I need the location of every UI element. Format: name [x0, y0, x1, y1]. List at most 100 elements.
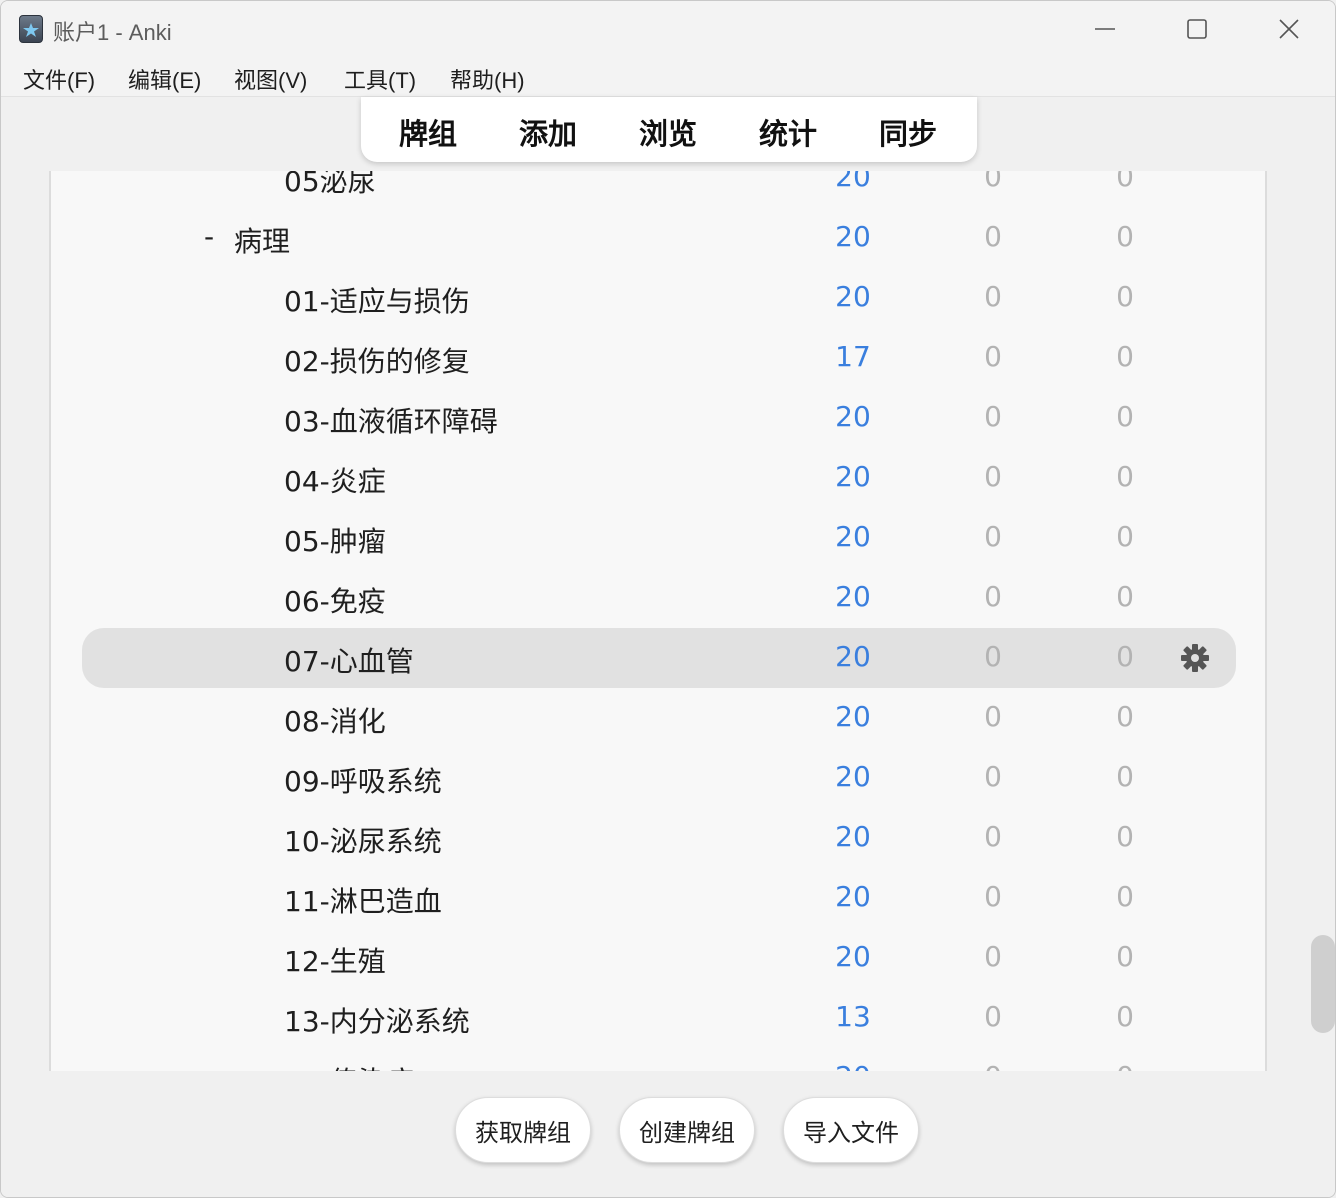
menu-view[interactable]: 视图(V)	[234, 63, 307, 95]
deck-row[interactable]: 09-呼吸系统 20 0 0	[51, 748, 1265, 808]
new-count: 17	[835, 340, 871, 373]
deck-name[interactable]: 08-消化	[284, 700, 386, 740]
learn-count: 0	[984, 1000, 1002, 1033]
import-file-button[interactable]: 导入文件	[783, 1097, 919, 1163]
tab-stats[interactable]: 统计	[759, 111, 817, 153]
scrollbar-thumb[interactable]	[1311, 935, 1335, 1033]
deck-name[interactable]: 02-损伤的修复	[284, 340, 470, 380]
gear-icon[interactable]	[1179, 642, 1211, 674]
learn-count: 0	[984, 400, 1002, 433]
due-count: 0	[1116, 400, 1134, 433]
due-count: 0	[1116, 340, 1134, 373]
window-title: 账户1 - Anki	[53, 20, 172, 45]
due-count: 0	[1116, 580, 1134, 613]
deck-row[interactable]: 13-内分泌系统 13 0 0	[51, 988, 1265, 1048]
due-count: 0	[1116, 760, 1134, 793]
deck-row[interactable]: 05-肿瘤 20 0 0	[51, 508, 1265, 568]
minimize-button[interactable]	[1059, 1, 1151, 57]
deck-row[interactable]: 14-传染病 20 0 0	[51, 1048, 1265, 1071]
minimize-icon	[1095, 28, 1115, 30]
new-count: 13	[835, 1000, 871, 1033]
due-count: 0	[1116, 171, 1134, 193]
deck-row[interactable]: 06-免疫 20 0 0	[51, 568, 1265, 628]
menu-help[interactable]: 帮助(H)	[450, 63, 525, 95]
maximize-icon	[1187, 19, 1207, 39]
deck-name[interactable]: 09-呼吸系统	[284, 760, 442, 800]
tab-decks[interactable]: 牌组	[399, 111, 457, 153]
deck-name[interactable]: 04-炎症	[284, 460, 386, 500]
due-count: 0	[1116, 460, 1134, 493]
deck-row[interactable]: 04-炎症 20 0 0	[51, 448, 1265, 508]
learn-count: 0	[984, 940, 1002, 973]
learn-count: 0	[984, 880, 1002, 913]
deck-name[interactable]: 06-免疫	[284, 580, 386, 620]
deck-name[interactable]: 14-传染病	[284, 1060, 414, 1071]
new-count: 20	[835, 460, 871, 493]
title-bar: 账户1 - Anki	[1, 1, 1335, 57]
tab-sync[interactable]: 同步	[879, 111, 937, 153]
learn-count: 0	[984, 280, 1002, 313]
selected-row-highlight	[82, 628, 1236, 688]
deck-row[interactable]: 02-损伤的修复 17 0 0	[51, 328, 1265, 388]
new-count: 20	[835, 940, 871, 973]
deck-name[interactable]: 03-血液循环障碍	[284, 400, 498, 440]
deck-row[interactable]: 08-消化 20 0 0	[51, 688, 1265, 748]
new-count: 20	[835, 520, 871, 553]
get-shared-decks-button[interactable]: 获取牌组	[455, 1097, 591, 1163]
menu-edit[interactable]: 编辑(E)	[128, 63, 201, 95]
new-count: 20	[835, 760, 871, 793]
learn-count: 0	[953, 1060, 1033, 1071]
learn-count: 0	[984, 340, 1002, 373]
learn-count: 0	[984, 520, 1002, 553]
create-deck-button[interactable]: 创建牌组	[619, 1097, 755, 1163]
deck-name[interactable]: 13-内分泌系统	[284, 1000, 470, 1040]
new-count: 20	[835, 580, 871, 613]
new-count: 20	[835, 820, 871, 853]
anki-main-window: 账户1 - Anki 文件(F) 编辑(E) 视图(V) 工具(T) 帮助(H)…	[0, 0, 1336, 1198]
menu-bar: 文件(F) 编辑(E) 视图(V) 工具(T) 帮助(H)	[1, 57, 1335, 97]
deck-name[interactable]: 10-泌尿系统	[284, 820, 442, 860]
deck-name[interactable]: 05泌尿	[284, 171, 376, 200]
collapse-toggle[interactable]: -	[204, 220, 214, 253]
close-button[interactable]	[1243, 1, 1335, 57]
due-count: 0	[1116, 220, 1134, 253]
due-count: 0	[1116, 520, 1134, 553]
due-count: 0	[1116, 820, 1134, 853]
learn-count: 0	[984, 580, 1002, 613]
due-count: 0	[1085, 1060, 1165, 1071]
tab-browse[interactable]: 浏览	[639, 111, 697, 153]
deck-row[interactable]: 03-血液循环障碍 20 0 0	[51, 388, 1265, 448]
new-count: 20	[835, 700, 871, 733]
deck-name[interactable]: 病理	[234, 220, 290, 260]
top-toolbar: 牌组 添加 浏览 统计 同步	[361, 97, 977, 162]
bottom-bar: 获取牌组 创建牌组 导入文件	[1, 1071, 1335, 1197]
learn-count: 0	[984, 760, 1002, 793]
new-count: 20	[835, 171, 871, 193]
deck-row[interactable]: 10-泌尿系统 20 0 0	[51, 808, 1265, 868]
deck-name[interactable]: 12-生殖	[284, 940, 386, 980]
deck-row[interactable]: 05泌尿 20 0 0	[51, 171, 1265, 208]
new-count: 20	[835, 280, 871, 313]
learn-count: 0	[984, 460, 1002, 493]
new-count: 20	[835, 880, 871, 913]
due-count: 0	[1116, 1000, 1134, 1033]
deck-name[interactable]: 07-心血管	[284, 640, 414, 680]
deck-row[interactable]: 01-适应与损伤 20 0 0	[51, 268, 1265, 328]
menu-tools[interactable]: 工具(T)	[344, 63, 416, 95]
deck-name[interactable]: 01-适应与损伤	[284, 280, 470, 320]
deck-name[interactable]: 11-淋巴造血	[284, 880, 442, 920]
due-count: 0	[1116, 940, 1134, 973]
due-count: 0	[1116, 880, 1134, 913]
deck-name[interactable]: 05-肿瘤	[284, 520, 386, 560]
deck-row-selected[interactable]: 07-心血管 20 0 0	[51, 628, 1265, 688]
new-count: 20	[835, 220, 871, 253]
due-count: 0	[1116, 700, 1134, 733]
deck-row[interactable]: 12-生殖 20 0 0	[51, 928, 1265, 988]
tab-add[interactable]: 添加	[519, 111, 577, 153]
maximize-button[interactable]	[1151, 1, 1243, 57]
menu-file[interactable]: 文件(F)	[23, 63, 95, 95]
deck-row[interactable]: - 病理 20 0 0	[51, 208, 1265, 268]
learn-count: 0	[984, 640, 1002, 673]
deck-row[interactable]: 11-淋巴造血 20 0 0	[51, 868, 1265, 928]
anki-logo-icon	[19, 15, 43, 43]
